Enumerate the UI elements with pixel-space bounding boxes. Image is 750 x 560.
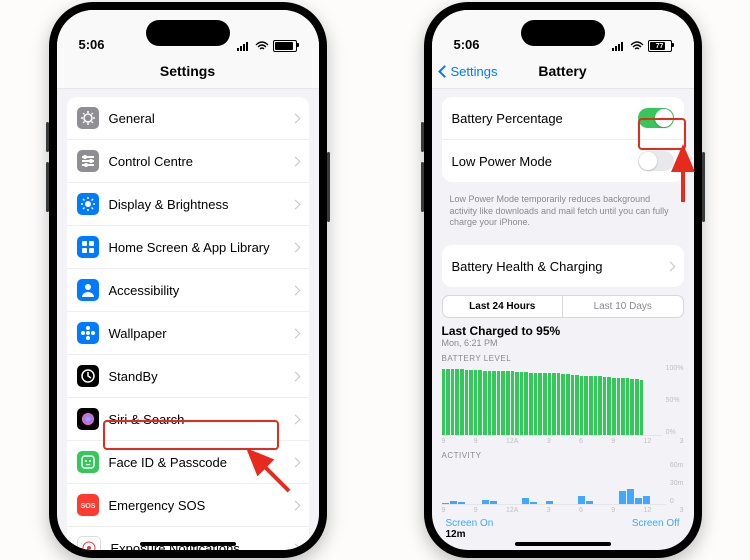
settings-row-wallpaper[interactable]: Wallpaper (67, 311, 309, 354)
battery-icon: 77 (648, 40, 672, 52)
seg-last-10d[interactable]: Last 10 Days (562, 296, 683, 317)
page-title: Battery (538, 63, 586, 79)
chevron-right-icon (290, 500, 300, 510)
chevron-right-icon (290, 328, 300, 338)
faceid-icon (77, 451, 99, 473)
settings-row-home-screen-app-library[interactable]: Home Screen & App Library (67, 225, 309, 268)
grid-icon (77, 236, 99, 258)
back-label: Settings (451, 64, 498, 79)
phone-settings: 5:06 Settings General Control Centre Dis… (49, 2, 327, 558)
screen-on-value: 12m (446, 529, 494, 540)
screen-off-label: Screen Off (632, 518, 680, 540)
chevron-left-icon (438, 65, 451, 78)
exposure-icon (77, 536, 101, 550)
chevron-right-icon (665, 261, 675, 271)
chevron-right-icon (290, 457, 300, 467)
settings-list[interactable]: General Control Centre Display & Brightn… (57, 89, 319, 550)
chevron-right-icon (290, 242, 300, 252)
row-label: Face ID & Passcode (109, 455, 292, 470)
navbar: Settings (57, 54, 319, 89)
activity-chart: 60m30m0 (442, 462, 684, 505)
settings-row-display-brightness[interactable]: Display & Brightness (67, 182, 309, 225)
chevron-right-icon (290, 414, 300, 424)
chevron-right-icon (290, 113, 300, 123)
row-label: Control Centre (109, 154, 292, 169)
seg-last-24h[interactable]: Last 24 Hours (443, 296, 563, 317)
page-title: Settings (160, 63, 215, 79)
home-indicator[interactable] (515, 542, 611, 546)
chevron-right-icon (290, 371, 300, 381)
battery-icon (273, 40, 297, 52)
phone-battery: 5:06 77 Settings Battery Battery Percent… (424, 2, 702, 558)
settings-row-emergency-sos[interactable]: SOS Emergency SOS (67, 483, 309, 526)
battery-level-chart: 100%50%0% (442, 365, 684, 436)
settings-row-siri-search[interactable]: Siri & Search (67, 397, 309, 440)
section-battery-level: BATTERY LEVEL (442, 354, 684, 363)
wifi-icon (255, 41, 269, 51)
chevron-right-icon (290, 199, 300, 209)
screen-on-label: Screen On (446, 518, 494, 529)
toggle-battery-percentage[interactable] (638, 108, 674, 128)
segmented-control[interactable]: Last 24 Hours Last 10 Days (442, 295, 684, 318)
battery-content[interactable]: Battery Percentage Low Power Mode Low Po… (432, 89, 694, 550)
row-label: Home Screen & App Library (109, 240, 292, 255)
sun-icon (77, 193, 99, 215)
settings-row-general[interactable]: General (67, 97, 309, 139)
row-battery-percentage[interactable]: Battery Percentage (442, 97, 684, 139)
cellular-icon (612, 41, 626, 51)
flower-icon (77, 322, 99, 344)
settings-row-standby[interactable]: StandBy (67, 354, 309, 397)
chevron-right-icon (290, 156, 300, 166)
gear-icon (77, 107, 99, 129)
status-time: 5:06 (79, 37, 105, 52)
row-label: Display & Brightness (109, 197, 292, 212)
back-button[interactable]: Settings (440, 64, 498, 79)
row-battery-health[interactable]: Battery Health & Charging (442, 245, 684, 287)
last-charged-title: Last Charged to 95% (442, 324, 684, 338)
row-label: Wallpaper (109, 326, 292, 341)
row-label: Emergency SOS (109, 498, 292, 513)
last-charged-sub: Mon, 6:21 PM (442, 338, 684, 348)
dynamic-island (521, 20, 605, 46)
section-activity: ACTIVITY (442, 451, 684, 460)
row-label: General (109, 111, 292, 126)
chevron-right-icon (290, 285, 300, 295)
clock-icon (77, 365, 99, 387)
wifi-icon (630, 41, 644, 51)
navbar: Settings Battery (432, 54, 694, 89)
status-time: 5:06 (454, 37, 480, 52)
person-icon (77, 279, 99, 301)
row-label: StandBy (109, 369, 292, 384)
row-label: Accessibility (109, 283, 292, 298)
home-indicator[interactable] (140, 542, 236, 546)
dynamic-island (146, 20, 230, 46)
svg-text:SOS: SOS (80, 503, 95, 510)
settings-row-exposure-notifications[interactable]: Exposure Notifications (67, 526, 309, 550)
settings-row-control-centre[interactable]: Control Centre (67, 139, 309, 182)
row-low-power-mode[interactable]: Low Power Mode (442, 139, 684, 182)
cellular-icon (237, 41, 251, 51)
row-label: Siri & Search (109, 412, 292, 427)
sos-icon: SOS (77, 494, 99, 516)
low-power-footnote: Low Power Mode temporarily reduces backg… (432, 190, 694, 237)
sliders-icon (77, 150, 99, 172)
settings-row-accessibility[interactable]: Accessibility (67, 268, 309, 311)
siri-icon (77, 408, 99, 430)
chevron-right-icon (290, 543, 300, 550)
toggle-low-power-mode[interactable] (638, 151, 674, 171)
settings-row-face-id-passcode[interactable]: Face ID & Passcode (67, 440, 309, 483)
